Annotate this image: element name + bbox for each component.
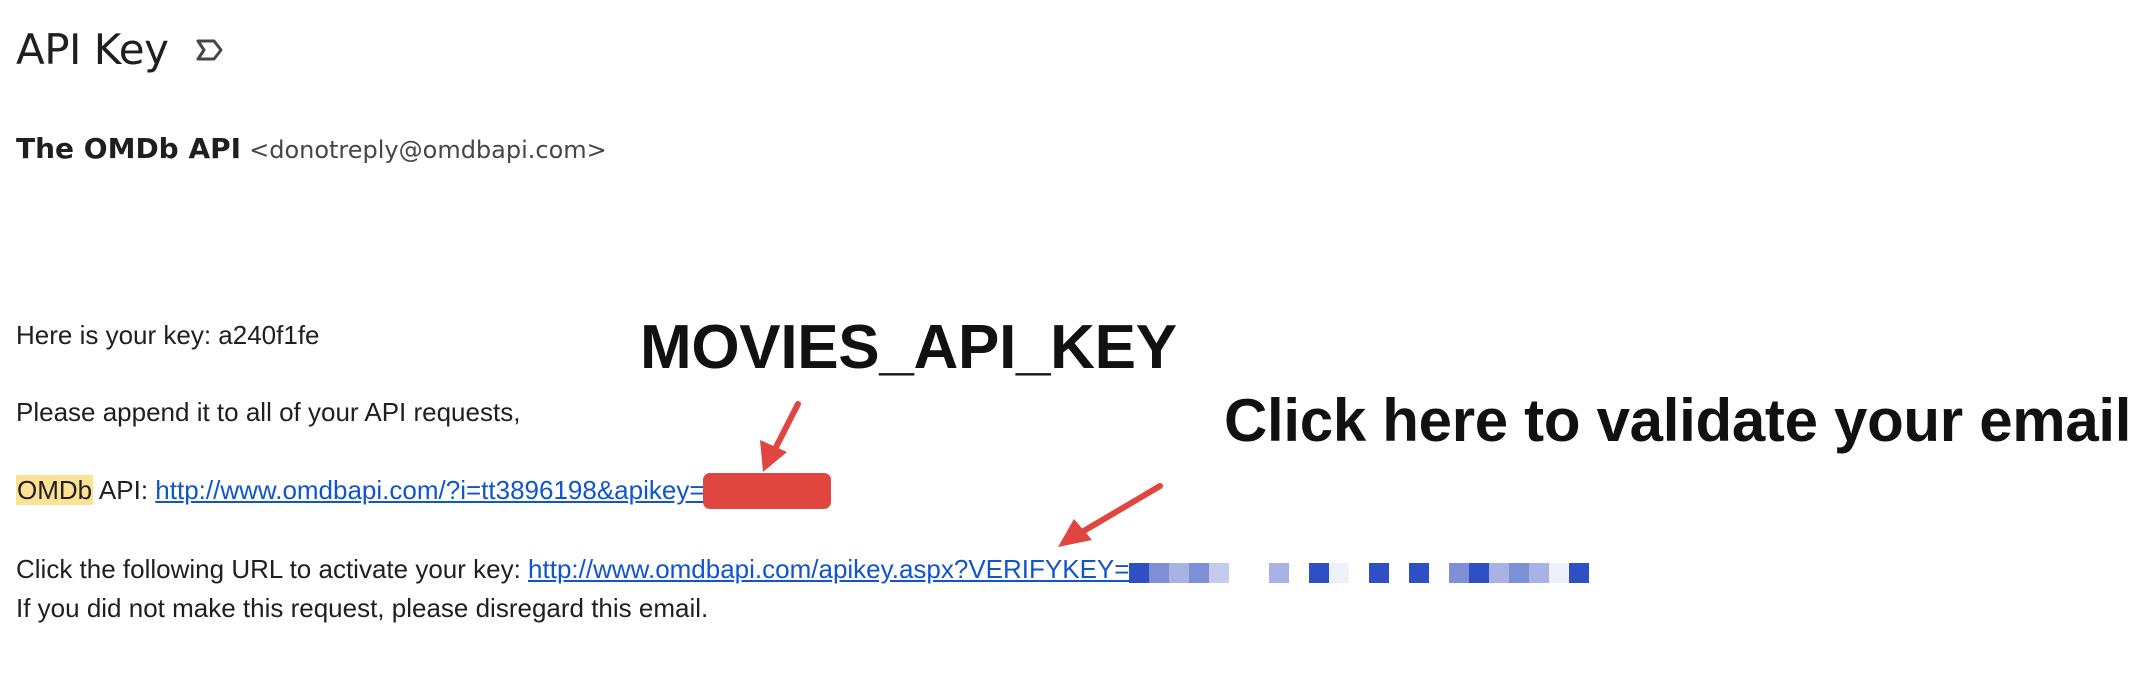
arrow-to-verify-link [1058,483,1163,547]
activate-prefix: Click the following URL to activate your… [16,554,529,584]
arrow-to-redacted-key [760,401,801,472]
email-subject: API Key [16,25,169,74]
disregard-line: If you did not make this request, please… [16,593,709,623]
pixelated-verify-key [1129,563,1590,584]
label-important-icon[interactable] [192,33,226,67]
key-value: a240f1fe [218,320,320,350]
sender-name[interactable]: The OMDb API [16,132,241,165]
append-line: Please append it to all of your API requ… [16,397,521,427]
key-prefix: Here is your key: [16,320,219,350]
omdb-highlight: OMDb [16,475,94,505]
api-label: API: [93,475,156,505]
activate-url-link[interactable]: http://www.omdbapi.com/apikey.aspx?VERIF… [528,554,1129,584]
email-subject-row: API Key [16,22,226,78]
example-url-line: OMDb API: http://www.omdbapi.com/?i=tt38… [16,473,831,510]
key-line: Here is your key: a240f1fe [16,318,320,352]
example-url-link[interactable]: http://www.omdbapi.com/?i=tt3896198&apik… [155,475,704,505]
annotation-movies-api-key: MOVIES_API_KEY [640,313,1177,382]
annotation-validate-email: Click here to validate your email [1224,387,2132,454]
sender-row: The OMDb API <donotreply@omdbapi.com> [16,132,607,165]
sender-email: <donotreply@omdbapi.com> [249,136,607,164]
activate-line: Click the following URL to activate your… [16,552,1590,586]
redacted-api-key [702,473,831,510]
